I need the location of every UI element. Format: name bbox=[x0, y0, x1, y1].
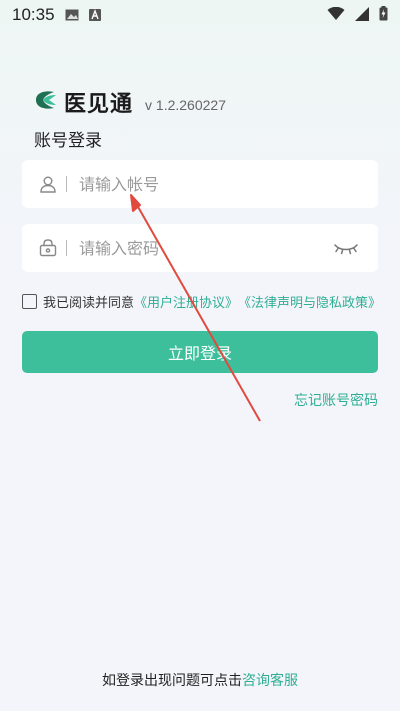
status-bar: 10:35 bbox=[0, 0, 400, 30]
help-text: 如登录出现问题可点击 bbox=[102, 673, 242, 689]
field-divider bbox=[66, 176, 67, 192]
agreement-row: 我已阅读并同意 《用户注册协议》 《法律声明与隐私政策》 bbox=[22, 292, 381, 311]
logo-row: 医见通 v 1.2.260227 bbox=[34, 86, 226, 118]
app-name: 医见通 bbox=[64, 92, 134, 117]
battery-charging-icon bbox=[379, 5, 388, 25]
eye-closed-icon[interactable] bbox=[332, 238, 360, 258]
help-row: 如登录出现问题可点击咨询客服 bbox=[0, 670, 400, 690]
agree-checkbox[interactable] bbox=[22, 294, 37, 309]
privacy-policy-link[interactable]: 《法律声明与隐私政策》 bbox=[238, 292, 381, 311]
lock-icon bbox=[38, 238, 58, 258]
password-input[interactable] bbox=[79, 224, 332, 272]
leaf-logo-icon bbox=[34, 90, 58, 114]
login-button[interactable]: 立即登录 bbox=[22, 331, 378, 373]
user-agreement-link[interactable]: 《用户注册协议》 bbox=[134, 292, 238, 311]
status-time: 10:35 bbox=[12, 5, 55, 24]
account-input[interactable] bbox=[79, 160, 378, 208]
user-icon bbox=[38, 174, 58, 194]
account-field[interactable] bbox=[22, 160, 378, 208]
agree-text: 我已阅读并同意 bbox=[43, 296, 135, 311]
customer-service-link[interactable]: 咨询客服 bbox=[242, 673, 298, 689]
password-field[interactable] bbox=[22, 224, 378, 272]
image-icon bbox=[65, 9, 79, 21]
wifi-icon bbox=[327, 6, 345, 25]
page-title: 账号登录 bbox=[34, 131, 102, 151]
forgot-password-link[interactable]: 忘记账号密码 bbox=[294, 390, 378, 410]
field-divider bbox=[66, 240, 67, 256]
app-version: v 1.2.260227 bbox=[145, 97, 226, 113]
signal-icon bbox=[355, 6, 369, 25]
a-icon bbox=[88, 9, 101, 21]
